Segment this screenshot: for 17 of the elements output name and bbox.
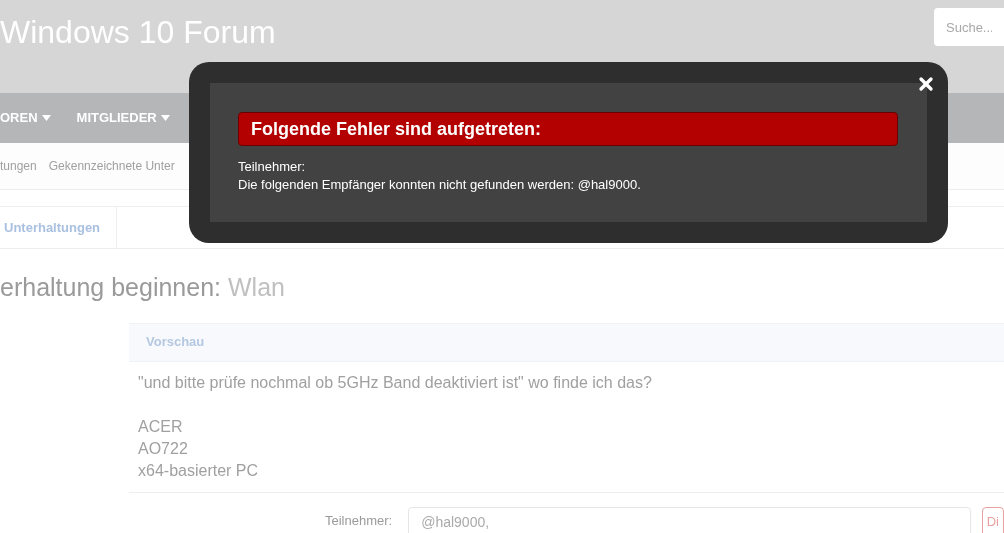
page-title: erhaltung beginnen: Wlan [0,273,285,301]
error-message: Teilnehmer: [238,158,307,176]
close-icon[interactable] [916,74,936,94]
recipients-field[interactable]: @hal9000, [408,506,971,533]
action-button[interactable]: Di [981,506,1004,533]
preview-text: ACER AO722 x64-basierter PC [138,416,260,481]
subnav-link[interactable]: tungen [0,157,37,175]
nav-tab[interactable]: OREN [0,93,64,143]
preview-heading: Vorschau [129,322,1004,362]
search-field[interactable]: Suche... [934,8,1004,46]
error-message: Die folgenden Empfänger konnten nicht gefunden werden: @hal9000. [238,176,642,194]
nav-tab[interactable]: MITGLIEDER [63,93,183,143]
field-label: Teilnehmer: [324,511,393,530]
subnav-link[interactable]: Gekennzeichnete Unter [48,157,175,175]
preview-text: "und bitte prüfe nochmal ob 5GHz Band deaktiviert ist" wo finde ich das? [138,372,653,393]
error-heading: Folgende Fehler sind aufgetreten: [238,112,898,146]
breadcrumb-link[interactable]: Unterhaltungen [0,207,118,248]
